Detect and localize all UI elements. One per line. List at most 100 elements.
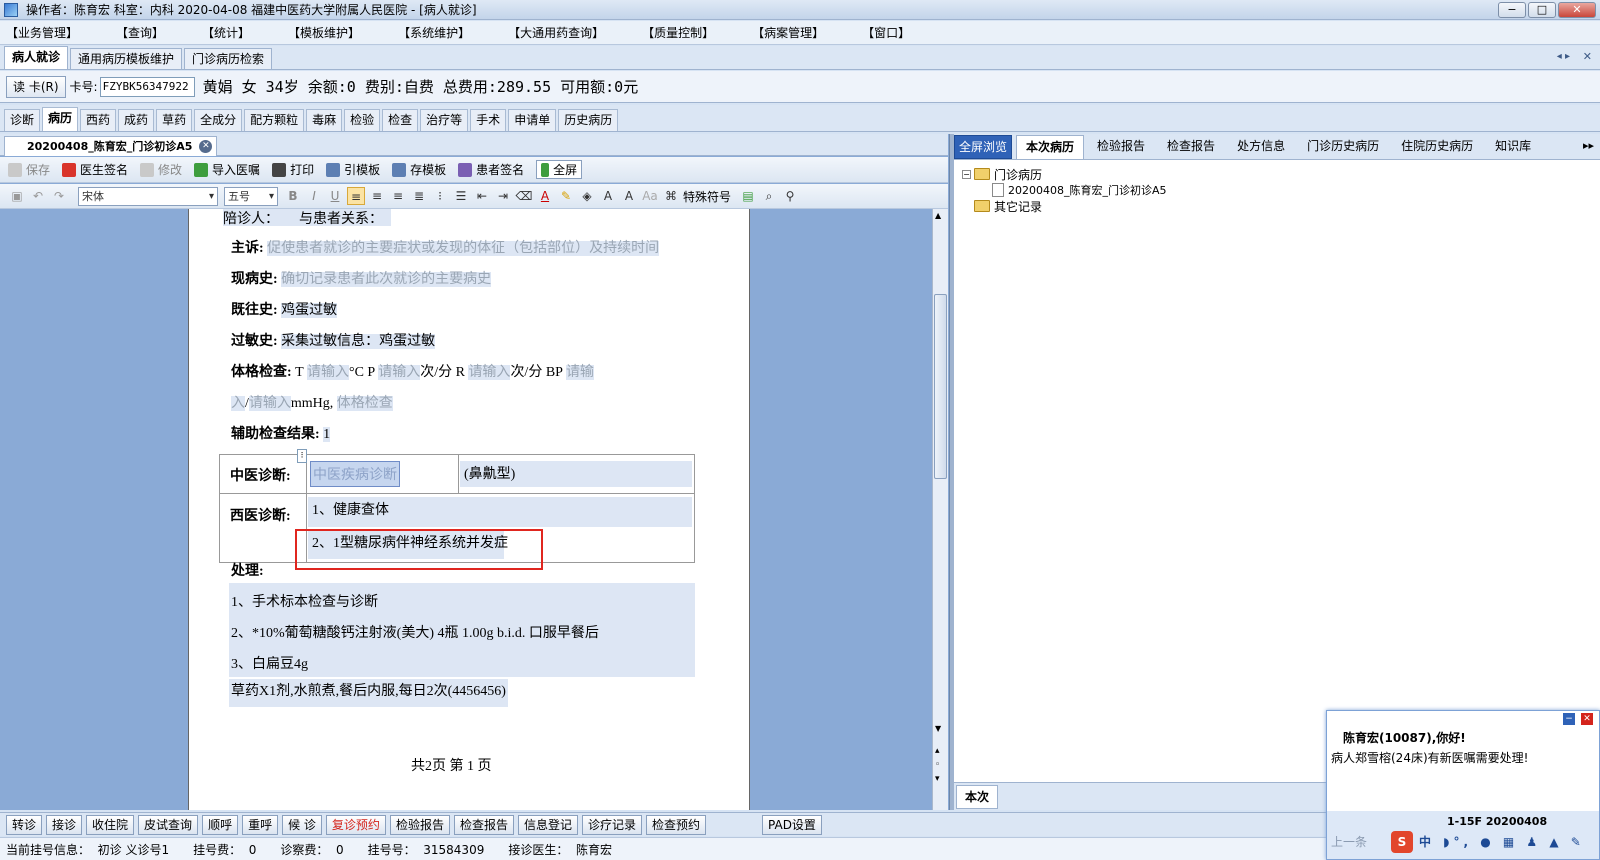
tab-history[interactable]: 历史病历 xyxy=(558,109,619,131)
tab-exam-report[interactable]: 检查报告 xyxy=(1158,135,1224,159)
referral-button[interactable]: 转诊 xyxy=(6,814,43,835)
lab-report-button[interactable]: 检验报告 xyxy=(389,814,450,835)
exam-booking-button[interactable]: 检查预约 xyxy=(646,814,707,835)
print-button[interactable]: 打印 xyxy=(272,161,314,178)
tab-narcotics[interactable]: 毒麻 xyxy=(306,109,343,131)
tree-node-record[interactable]: 20200408_陈育宏_门诊初诊A5 xyxy=(962,182,1167,198)
card-number-field[interactable]: FZYBK56347922 xyxy=(99,76,195,97)
info-register-button[interactable]: 信息登记 xyxy=(517,814,578,835)
menu-query[interactable]: 【查询】 xyxy=(116,24,164,41)
call-next-button[interactable]: 顺呼 xyxy=(202,814,239,835)
tree-node-other[interactable]: 其它记录 xyxy=(962,198,1167,214)
highlight-icon[interactable]: ✎ xyxy=(557,187,575,205)
close-popup-icon[interactable]: ✕ xyxy=(1581,713,1593,725)
search-icon[interactable]: ⌕ xyxy=(760,187,778,205)
menu-system[interactable]: 【系统维护】 xyxy=(398,24,470,41)
tab-patient-visit[interactable]: 病人就诊 xyxy=(4,46,69,69)
save-button[interactable]: 保存 xyxy=(8,161,50,178)
tab-prescription[interactable]: 处方信息 xyxy=(1228,135,1294,159)
align-center-icon[interactable]: ≡ xyxy=(368,187,386,205)
menu-business[interactable]: 【业务管理】 xyxy=(6,24,78,41)
chief-complaint-field[interactable]: 促使患者就诊的主要症状或发现的体征（包括部位）及持续时间 xyxy=(267,241,660,256)
popup-message[interactable]: 病人郑雪榕(24床)有新医嘱需要处理! xyxy=(1331,749,1528,766)
tab-lab-report[interactable]: 检验报告 xyxy=(1088,135,1154,159)
text-grow-icon[interactable]: A xyxy=(599,187,617,205)
close-button[interactable]: ✕ xyxy=(1558,2,1596,18)
tab-patent-medicine[interactable]: 成药 xyxy=(118,109,155,131)
menu-stats[interactable]: 【统计】 xyxy=(202,24,250,41)
tab-inpatient-history[interactable]: 住院历史病历 xyxy=(1392,135,1482,159)
underline-icon[interactable]: U xyxy=(326,187,344,205)
use-template-button[interactable]: 引模板 xyxy=(326,161,380,178)
tab-this-visit[interactable]: 本次 xyxy=(956,785,999,809)
tab-outpatient-history[interactable]: 门诊历史病历 xyxy=(1298,135,1388,159)
herbal-instructions[interactable]: 草药X1剂,水煎煮,餐后内服,每日2次(4456456) xyxy=(229,679,508,707)
patient-sign-button[interactable]: 患者签名 xyxy=(458,161,524,178)
case-icon[interactable]: Aa xyxy=(641,187,659,205)
menu-window[interactable]: 【窗口】 xyxy=(862,24,910,41)
pulse-field[interactable]: 请输入 xyxy=(378,365,421,380)
align-left-icon[interactable]: ≡ xyxy=(347,187,365,205)
tcm-syndrome-field[interactable]: (鼻鼽型) xyxy=(460,461,692,487)
font-size-select[interactable]: 五号 xyxy=(224,186,278,206)
special-symbol-button[interactable]: 特殊符号 xyxy=(683,188,731,205)
tab-granules[interactable]: 配方颗粒 xyxy=(244,109,305,131)
bullet-list-icon[interactable]: ☰ xyxy=(452,187,470,205)
allergy-field[interactable]: 采集过敏信息：鸡蛋过敏 xyxy=(281,334,436,349)
maximize-button[interactable]: □ xyxy=(1528,2,1556,18)
fullscreen-button[interactable]: 全屏 xyxy=(536,160,583,179)
scroll-thumb[interactable] xyxy=(934,294,947,479)
bp-sys-field-cont[interactable]: 入 xyxy=(231,396,245,411)
previous-button[interactable]: 上一条 xyxy=(1331,833,1367,850)
tab-herbal[interactable]: 草药 xyxy=(156,109,193,131)
scroll-up-icon[interactable]: ▲ xyxy=(935,211,941,220)
tab-diagnosis[interactable]: 诊断 xyxy=(4,109,41,131)
text-shrink-icon[interactable]: A xyxy=(620,187,638,205)
clear-format-icon[interactable]: ⌫ xyxy=(515,187,533,205)
bold-icon[interactable]: B xyxy=(284,187,302,205)
tab-knowledge-base[interactable]: 知识库 xyxy=(1486,135,1540,159)
present-illness-field[interactable]: 确切记录患者此次就诊的主要病史 xyxy=(281,272,492,287)
table-handle-icon[interactable]: ⁝ xyxy=(297,449,307,463)
numbered-list-icon[interactable]: ⁝ xyxy=(431,187,449,205)
menu-template[interactable]: 【模板维护】 xyxy=(288,24,360,41)
tab-record-search[interactable]: 门诊病历检索 xyxy=(184,48,273,69)
align-right-icon[interactable]: ≡ xyxy=(389,187,407,205)
aux-exam-field[interactable]: 1 xyxy=(323,427,331,442)
close-tab-icon[interactable]: ✕ xyxy=(1583,50,1592,63)
editor-scrollbar[interactable]: ▲ ▼ ▴ ◦ ▾ xyxy=(932,209,948,810)
tab-surgery[interactable]: 手术 xyxy=(470,109,507,131)
tab-template-maintenance[interactable]: 通用病历模板维护 xyxy=(70,48,183,69)
receive-button[interactable]: 接诊 xyxy=(46,814,83,835)
edit-button[interactable]: 修改 xyxy=(140,161,182,178)
read-card-button[interactable]: 读 卡(R) xyxy=(6,75,66,98)
font-family-select[interactable]: 宋体 xyxy=(78,186,218,206)
tab-lab[interactable]: 检验 xyxy=(344,109,381,131)
tab-treatment[interactable]: 治疗等 xyxy=(420,109,469,131)
save-doc-icon[interactable]: ▣ xyxy=(8,187,26,205)
tab-full-component[interactable]: 全成分 xyxy=(194,109,243,131)
tree-node-outpatient[interactable]: − 门诊病历 xyxy=(962,166,1167,182)
tab-western-medicine[interactable]: 西药 xyxy=(80,109,117,131)
collapse-icon[interactable]: − xyxy=(962,169,971,179)
exam-detail-field[interactable]: 体格检查 xyxy=(336,396,393,411)
admit-button[interactable]: 收住院 xyxy=(86,814,135,835)
scroll-down-icon[interactable]: ▼ xyxy=(935,724,941,733)
save-template-button[interactable]: 存模板 xyxy=(392,161,446,178)
tab-request[interactable]: 申请单 xyxy=(508,109,557,131)
special-symbol-icon[interactable]: ⌘ xyxy=(662,187,680,205)
document-page[interactable]: 陪诊人： 与患者关系： 主诉: 促使患者就诊的主要症状或发现的体征（包括部位）及持… xyxy=(188,209,750,810)
tab-medical-record[interactable]: 病历 xyxy=(42,107,79,131)
document-tab[interactable]: 20200408_陈育宏_门诊初诊A5 ✕ xyxy=(4,136,218,156)
bp-dia-field[interactable]: 请输入 xyxy=(248,396,291,411)
doctor-sign-button[interactable]: 医生签名 xyxy=(62,161,128,178)
redo-icon[interactable]: ↷ xyxy=(50,187,68,205)
menu-drug-query[interactable]: 【大通用药查询】 xyxy=(508,24,604,41)
undo-icon[interactable]: ↶ xyxy=(29,187,47,205)
skin-test-button[interactable]: 皮试查询 xyxy=(138,814,199,835)
tcm-diagnosis-field[interactable]: 中医疾病诊断 xyxy=(310,461,400,487)
insert-icon[interactable]: ▤ xyxy=(739,187,757,205)
more-tabs-icon[interactable]: ▸▸ xyxy=(1583,139,1594,152)
font-color-icon[interactable]: A xyxy=(536,187,554,205)
find-icon[interactable]: ⚲ xyxy=(781,187,799,205)
